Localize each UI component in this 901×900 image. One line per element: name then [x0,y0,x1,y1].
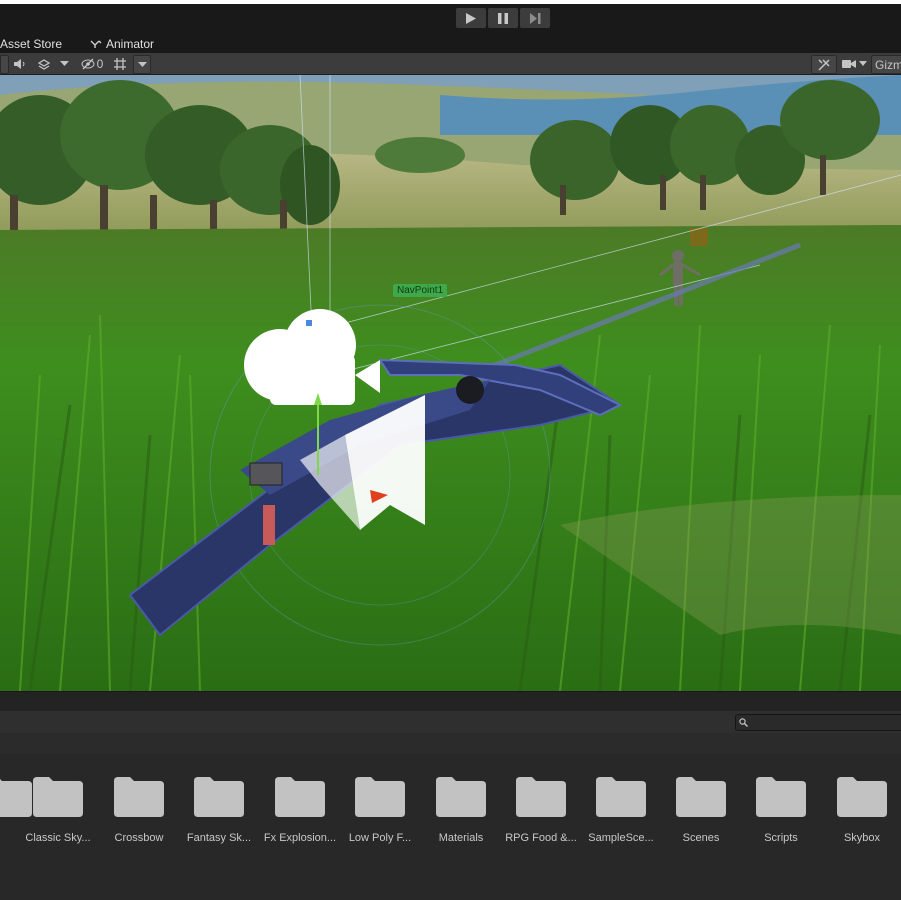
pause-button[interactable] [488,8,518,28]
folder-icon [837,777,887,817]
scene-render [0,75,901,691]
audio-toggle[interactable] [10,55,30,72]
folder-icon [114,777,164,817]
pause-icon [498,12,508,24]
folder-icon [436,777,486,817]
folder-label: Classic Sky... [25,832,91,844]
folder-label: RPG Food &... [505,832,577,844]
scene-toolbar-edge [0,55,9,74]
grid-dropdown[interactable] [133,55,151,74]
project-toolbar [0,711,901,733]
folder-item[interactable]: Materials [422,775,500,844]
folder-item[interactable]: Scripts [742,775,820,844]
gizmos-label: Gizm [875,57,901,72]
folder-icon [676,777,726,817]
play-icon [466,12,476,24]
folder-icon [596,777,646,817]
folder-item[interactable]: Scenes [662,775,740,844]
step-icon [529,12,540,24]
chevron-down-icon [858,61,867,66]
folder-icon [275,777,325,817]
play-controls [456,8,550,28]
folder-label: SampleSce... [588,832,654,844]
folder-item[interactable]: SampleSce... [582,775,660,844]
step-button[interactable] [520,8,550,28]
camera-settings-button[interactable] [838,55,870,72]
camera-icon [841,59,856,68]
tab-asset-store[interactable]: Asset Store [0,37,62,51]
tools-button[interactable] [811,55,837,74]
speaker-icon [14,58,25,69]
folder-item[interactable]: Skybox [823,775,901,844]
hidden-count: 0 [96,56,104,71]
scene-viewport[interactable]: NavPoint1 [0,75,901,691]
panel-divider [0,691,901,712]
folder-label: Scenes [682,832,720,844]
project-search[interactable] [735,714,901,731]
play-toolbar [0,4,901,34]
folder-item[interactable]: Fx Explosion... [261,775,339,844]
search-icon [736,718,750,727]
chevron-down-icon [59,60,69,66]
effects-toggle[interactable] [34,55,54,72]
folder-label: Crossbow [114,832,164,844]
play-button[interactable] [456,8,486,28]
grid-toggle[interactable] [110,55,130,72]
folder-item[interactable]: Classic Sky... [19,775,97,844]
tab-asset-store-label: Asset Store [0,37,63,51]
folder-label: Materials [438,832,484,844]
folder-item[interactable]: Fantasy Sk... [180,775,258,844]
chevron-down-icon [137,61,147,67]
animator-icon [90,40,102,48]
folder-icon [516,777,566,817]
scene-view-toolbar: 0 Gizm [0,53,901,75]
layers-icon [37,58,51,70]
folder-label: Scripts [764,832,798,844]
project-assets-grid: Classic Sky... Crossbow Fantasy Sk... Fx… [0,753,901,900]
tab-animator-label: Animator [106,37,155,51]
folder-label: Fantasy Sk... [186,832,252,844]
tab-animator[interactable]: Animator [90,37,154,51]
eye-slash-icon [81,58,95,69]
folder-item[interactable]: Crossbow [100,775,178,844]
folder-label: Skybox [843,832,881,844]
gizmos-button[interactable]: Gizm [871,55,901,74]
folder-item[interactable]: RPG Food &... [502,775,580,844]
folder-label: Low Poly F... [348,832,412,844]
effects-dropdown[interactable] [56,55,72,72]
folder-icon [194,777,244,817]
folder-label: Fx Explosion... [263,832,337,844]
project-breadcrumb-bar [0,733,901,754]
folder-icon [33,777,83,817]
hidden-objects-toggle[interactable]: 0 [78,55,106,72]
grid-icon [114,57,126,70]
tools-icon [818,58,830,71]
nav-point-label: NavPoint1 [393,284,448,297]
editor-tab-row: Asset Store Animator [0,34,901,53]
folder-item[interactable]: Low Poly F... [341,775,419,844]
folder-icon [756,777,806,817]
folder-icon [355,777,405,817]
